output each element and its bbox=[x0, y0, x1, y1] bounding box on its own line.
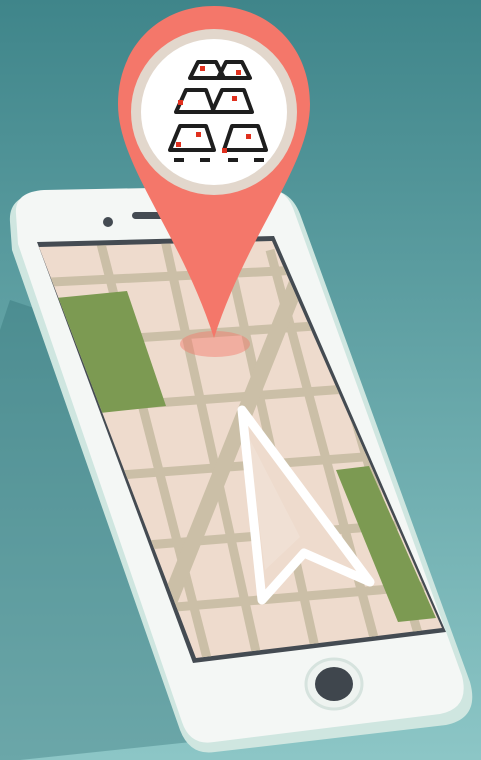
front-camera bbox=[103, 217, 113, 227]
home-button-center bbox=[315, 667, 353, 701]
map-navigation-illustration bbox=[0, 0, 481, 760]
